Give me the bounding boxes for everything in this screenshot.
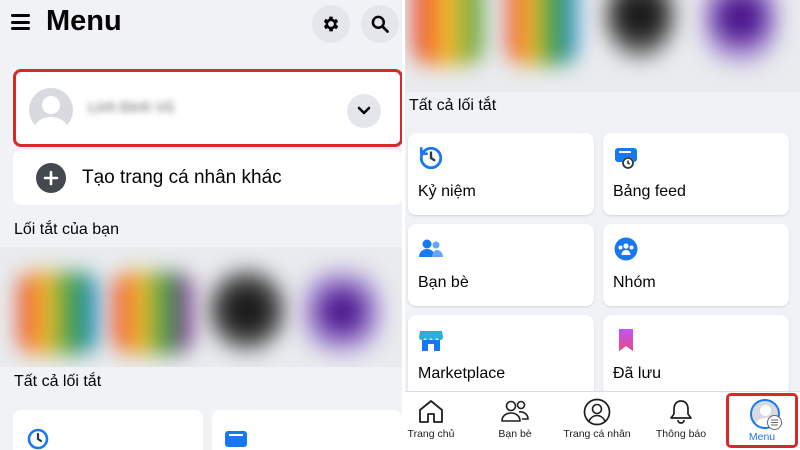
hamburger-icon[interactable]: [11, 14, 30, 30]
tab-label: Bạn bè: [498, 428, 532, 440]
shortcut-label: Đã lưu: [613, 365, 662, 382]
home-icon: [419, 400, 443, 423]
shortcut-label: Kỷ niệm: [418, 183, 476, 200]
right-screenshot: Tất cả lối tắt Kỷ niệm Bảng feed Bạn bè: [405, 0, 800, 450]
profile-card[interactable]: Linh Đinh Vũ: [13, 69, 402, 147]
bell-icon: [670, 400, 692, 424]
menu-header: Menu: [0, 0, 402, 50]
tab-label: Trang cá nhân: [563, 428, 631, 440]
tab-label: Menu: [748, 431, 776, 443]
create-profile-label: Tạo trang cá nhân khác: [82, 167, 282, 188]
tab-profile[interactable]: Trang cá nhân: [560, 392, 634, 450]
left-screenshot: Menu Linh Đinh Vũ Tạo trang cá nhân khác…: [0, 0, 402, 450]
shortcut-label: Nhóm: [613, 274, 656, 291]
tab-menu[interactable]: Menu: [726, 393, 798, 448]
page-title: Menu: [46, 5, 122, 37]
shortcut-label: Bạn bè: [418, 274, 469, 291]
shortcuts-strip[interactable]: [0, 247, 402, 367]
shortcut-marketplace[interactable]: Marketplace: [408, 315, 594, 397]
memories-clock-icon: [419, 146, 443, 170]
profile-icon: [583, 398, 611, 426]
tab-label: Trang chủ: [407, 428, 455, 440]
shortcut-label: Bảng feed: [613, 183, 686, 200]
create-profile-button[interactable]: Tạo trang cá nhân khác: [13, 150, 402, 205]
all-shortcuts-heading: Tất cả lối tắt: [14, 373, 102, 390]
expand-profiles-button[interactable]: [347, 94, 381, 128]
shortcut-saved[interactable]: Đã lưu: [603, 315, 789, 397]
profile-name: Linh Đinh Vũ: [88, 99, 174, 116]
shortcut-label: Marketplace: [418, 365, 506, 382]
search-icon: [371, 15, 389, 33]
search-button[interactable]: [361, 5, 399, 43]
feed-card-partial[interactable]: [212, 410, 402, 450]
avatar: [29, 88, 73, 132]
tab-home[interactable]: Trang chủ: [405, 392, 457, 450]
memories-card-partial[interactable]: [13, 410, 203, 450]
saved-bookmark-icon: [619, 329, 633, 351]
shortcuts-strip-partial[interactable]: [405, 0, 800, 92]
memories-clock-icon: [27, 428, 49, 450]
friends-icon: [419, 239, 443, 257]
shortcut-memories[interactable]: Kỷ niệm: [408, 133, 594, 215]
friends-icon: [501, 400, 529, 422]
plus-icon: [36, 163, 66, 193]
shortcut-groups[interactable]: Nhóm: [603, 224, 789, 306]
feed-icon: [615, 148, 637, 169]
tab-friends[interactable]: Bạn bè: [485, 392, 545, 450]
hamburger-badge-icon: [767, 415, 782, 430]
shortcuts-heading: Lối tắt của bạn: [14, 221, 119, 238]
groups-icon: [614, 237, 638, 261]
tab-label: Thông báo: [655, 428, 707, 440]
marketplace-shop-icon: [419, 331, 443, 351]
bottom-tab-bar: Trang chủ Bạn bè Trang cá nhân Thông báo…: [405, 391, 800, 450]
settings-button[interactable]: [312, 5, 350, 43]
tab-notifications[interactable]: Thông báo: [650, 392, 712, 450]
shortcut-friends[interactable]: Bạn bè: [408, 224, 594, 306]
shortcut-feed[interactable]: Bảng feed: [603, 133, 789, 215]
chevron-down-icon: [357, 106, 371, 115]
feed-icon: [225, 431, 247, 447]
gear-icon: [323, 16, 339, 32]
all-shortcuts-heading: Tất cả lối tắt: [409, 97, 497, 114]
